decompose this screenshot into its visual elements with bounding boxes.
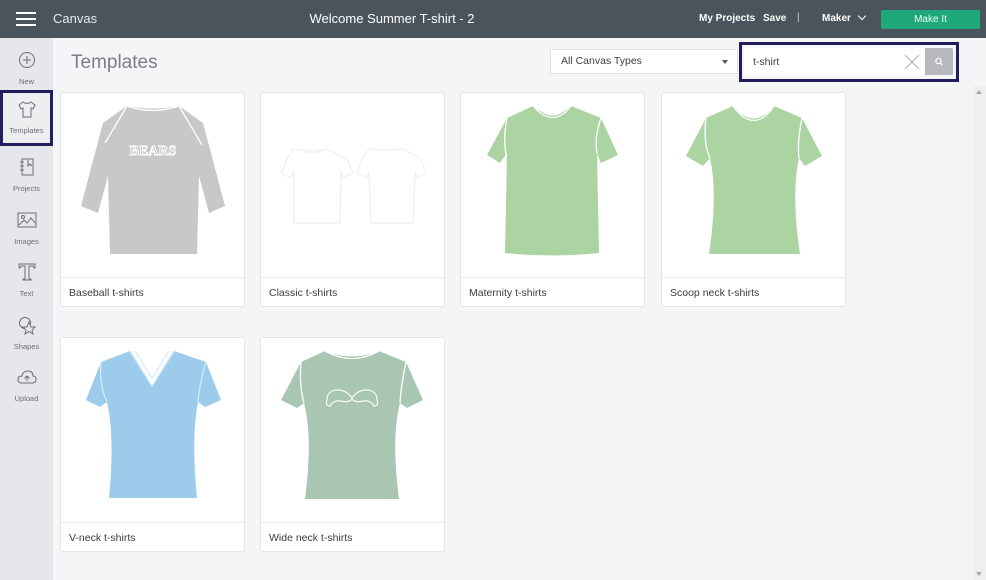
image-icon — [17, 212, 37, 228]
canvas-type-select[interactable]: All Canvas Types — [550, 49, 738, 74]
caret-down-icon — [722, 60, 728, 64]
make-it-button[interactable]: Make It — [881, 10, 980, 29]
scoop-neck-tshirt-image — [686, 105, 822, 254]
template-label: Scoop neck t-shirts — [662, 277, 845, 307]
sidebar: New Templates Projects Images Text Shape… — [0, 38, 53, 580]
template-thumbnail — [61, 338, 244, 522]
page-title: Templates — [71, 52, 158, 73]
template-thumbnail — [662, 93, 845, 277]
wide-neck-tshirt-image — [281, 350, 423, 499]
baseball-tshirt-image: BEARS — [81, 105, 225, 254]
template-label: Wide neck t-shirts — [261, 522, 444, 552]
template-card-scoop-neck[interactable]: Scoop neck t-shirts — [661, 92, 846, 307]
sidebar-item-label: Upload — [14, 394, 39, 403]
maternity-tshirt-image — [487, 105, 618, 256]
top-bar: Canvas Welcome Summer T-shirt - 2 My Pro… — [0, 0, 986, 38]
sidebar-item-upload[interactable]: Upload — [0, 360, 53, 412]
template-thumbnail — [261, 93, 444, 277]
canvas-type-value: All Canvas Types — [561, 55, 642, 67]
search-icon — [935, 57, 943, 66]
sidebar-item-shapes[interactable]: Shapes — [0, 308, 53, 360]
template-thumbnail — [261, 338, 444, 522]
separator: | — [797, 12, 800, 23]
plus-circle-icon — [19, 52, 35, 68]
bears-graphic: BEARS — [130, 144, 177, 159]
text-t-icon — [18, 263, 36, 281]
template-label: Classic t-shirts — [261, 277, 444, 307]
search-box — [739, 42, 959, 82]
search-input[interactable] — [744, 48, 926, 76]
machine-selector[interactable]: Maker — [822, 11, 867, 24]
template-card-classic[interactable]: Classic t-shirts — [260, 92, 445, 307]
template-card-baseball[interactable]: BEARS Baseball t-shirts — [60, 92, 245, 307]
template-thumbnail: BEARS — [61, 93, 244, 277]
search-button[interactable] — [925, 48, 953, 75]
tshirt-icon — [18, 101, 36, 118]
sidebar-item-label: Images — [14, 237, 39, 246]
template-card-wide-neck[interactable]: Wide neck t-shirts — [260, 337, 445, 552]
save-link[interactable]: Save — [763, 13, 786, 24]
template-card-v-neck[interactable]: V-neck t-shirts — [60, 337, 245, 552]
template-label: Maternity t-shirts — [461, 277, 644, 307]
sidebar-item-templates[interactable]: Templates — [0, 90, 53, 146]
sidebar-item-images[interactable]: Images — [0, 203, 53, 255]
sidebar-item-label: Projects — [12, 184, 41, 193]
notebook-icon — [20, 158, 34, 176]
scroll-up-arrow[interactable] — [976, 90, 982, 94]
document-title: Welcome Summer T-shirt - 2 — [309, 11, 475, 26]
my-projects-link[interactable]: My Projects — [699, 13, 755, 24]
v-neck-tshirt-image — [86, 350, 221, 498]
template-card-maternity[interactable]: Maternity t-shirts — [460, 92, 645, 307]
chevron-down-icon — [857, 11, 867, 21]
template-thumbnail — [461, 93, 644, 277]
sidebar-item-label: Templates — [9, 126, 44, 135]
template-label: Baseball t-shirts — [61, 277, 244, 307]
machine-label: Maker — [822, 13, 851, 24]
classic-tshirt-image — [280, 148, 427, 224]
sidebar-item-label: New — [18, 77, 34, 86]
sidebar-item-text[interactable]: Text — [0, 255, 53, 307]
template-label: V-neck t-shirts — [61, 522, 244, 552]
sidebar-item-projects[interactable]: Projects — [0, 150, 53, 202]
cloud-upload-icon — [17, 370, 37, 384]
scrollbar[interactable] — [973, 86, 986, 580]
shapes-icon — [19, 317, 37, 336]
sidebar-item-label: Text — [19, 289, 34, 298]
scroll-down-arrow[interactable] — [976, 572, 982, 576]
clear-icon[interactable] — [904, 54, 920, 70]
sidebar-item-label: Shapes — [13, 342, 40, 351]
sidebar-item-new[interactable]: New — [0, 43, 53, 95]
